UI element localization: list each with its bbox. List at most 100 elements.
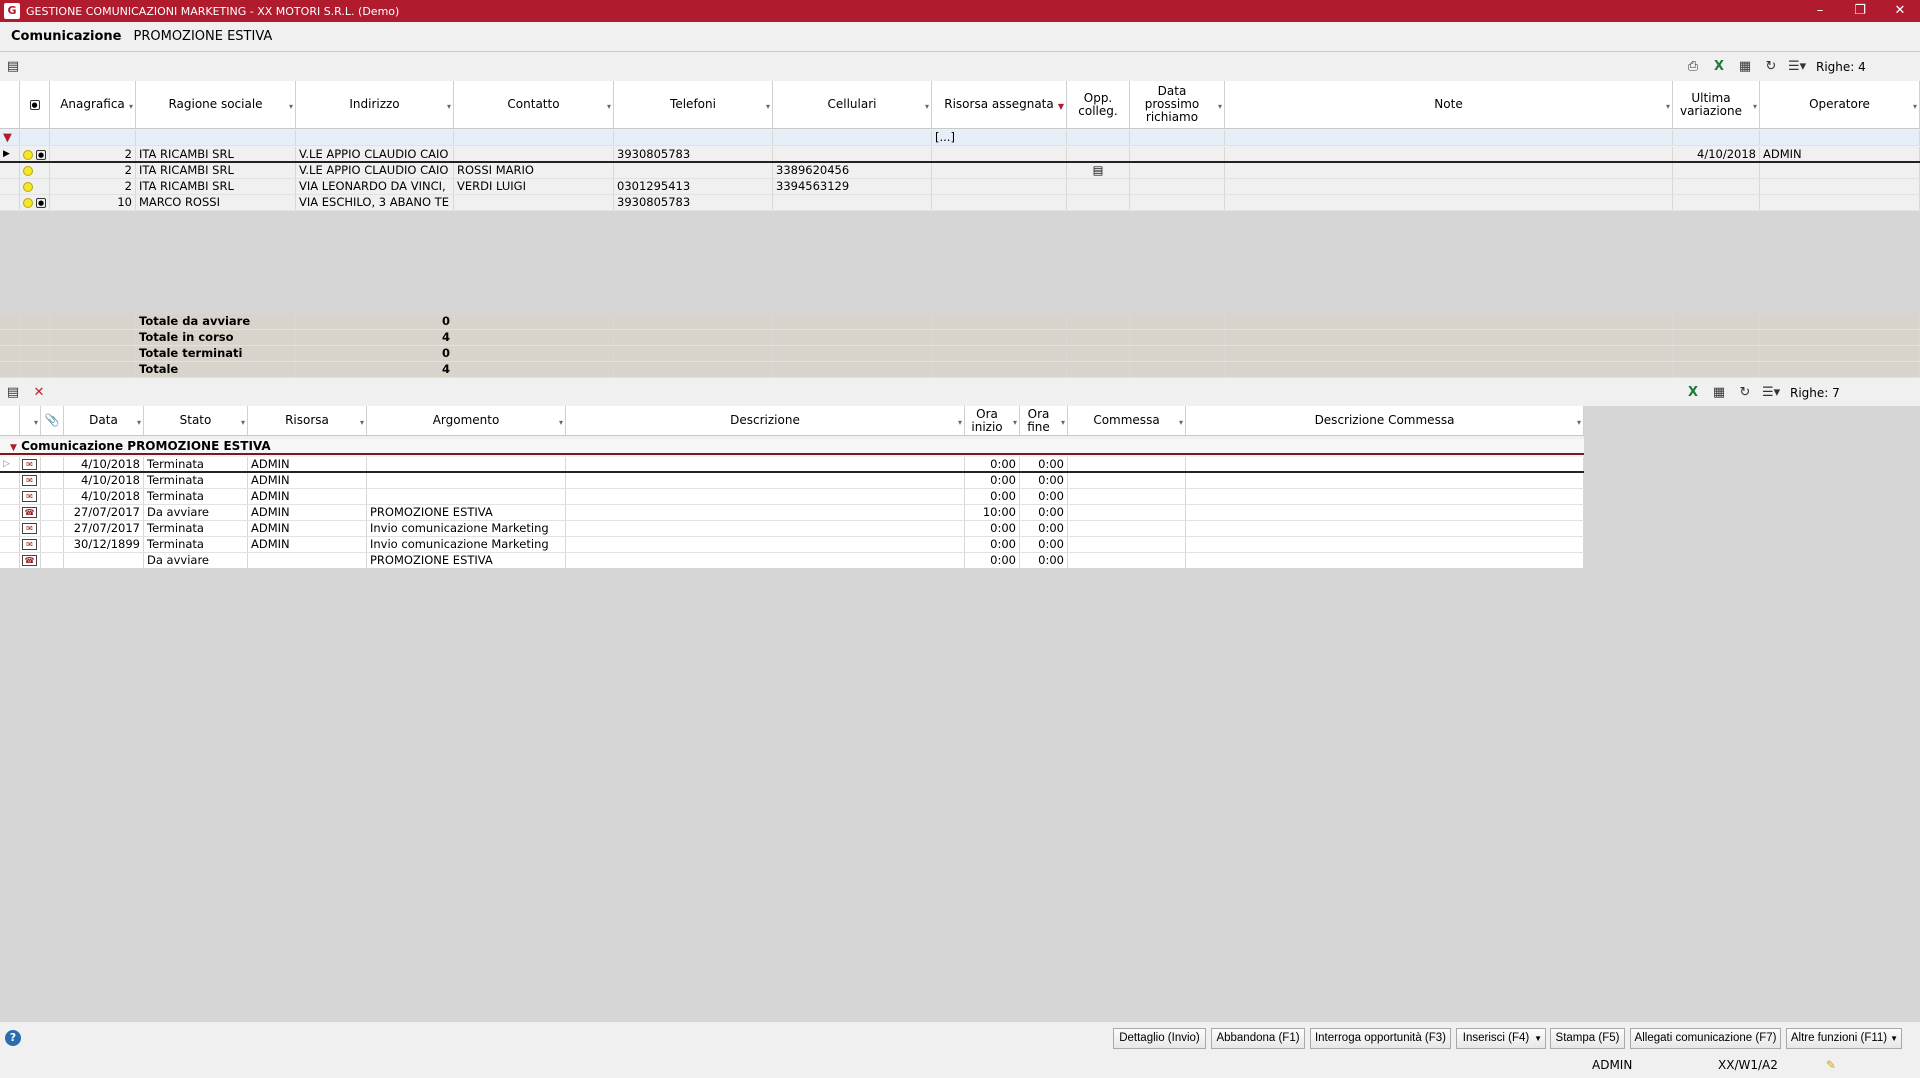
dettaglio-button[interactable]: Dettaglio (Invio) — [1113, 1028, 1206, 1049]
cell-descrizione — [566, 537, 965, 552]
col-ora-fine[interactable]: Ora fine ▾ — [1020, 406, 1068, 435]
col-descrizione-commessa[interactable]: Descrizione Commessa ▾ — [1186, 406, 1584, 435]
cell-argomento — [367, 457, 566, 471]
minimize-button[interactable]: – — [1800, 0, 1840, 22]
list-item[interactable]: ☎ Da avviare PROMOZIONE ESTIVA 0:00 0:00 — [0, 553, 1584, 569]
col-indirizzo[interactable]: Indirizzo ▾ — [296, 81, 454, 128]
stampa-button[interactable]: Stampa (F5) — [1550, 1028, 1625, 1049]
col-risorsa-assegnata[interactable]: Risorsa assegnata ▼ — [932, 81, 1067, 128]
lock-icon: ● — [36, 197, 46, 208]
cell-fine: 0:00 — [1020, 457, 1068, 471]
list-item[interactable]: ✉ 4/10/2018 Terminata ADMIN 0:00 0:00 — [0, 489, 1584, 505]
cell-contatto: VERDI LUIGI — [454, 179, 614, 194]
abbandona-button[interactable]: Abbandona (F1) — [1211, 1028, 1305, 1049]
cell-descrizione — [566, 473, 965, 488]
cell-data — [1130, 163, 1225, 178]
cell-id: 2 — [50, 179, 136, 194]
interroga-opportunita-button[interactable]: Interroga opportunità (F3) — [1310, 1028, 1451, 1049]
cell-ultima — [1673, 195, 1760, 210]
col-ragione-sociale[interactable]: Ragione sociale ▾ — [136, 81, 296, 128]
col-telefoni[interactable]: Telefoni ▾ — [614, 81, 773, 128]
settings-icon[interactable]: ☰▾ — [1762, 384, 1780, 402]
print-icon[interactable]: ⎙ — [1684, 58, 1702, 76]
row-indicator — [0, 195, 20, 210]
collapse-icon[interactable]: ▼ — [10, 443, 17, 453]
cell-risorsa — [932, 147, 1067, 161]
col-anagrafica[interactable]: Anagrafica ▾ — [50, 81, 136, 128]
refresh-icon[interactable]: ↻ — [1762, 58, 1780, 76]
restore-button[interactable]: ❐ — [1840, 0, 1880, 22]
list-item[interactable]: ☎ 27/07/2017 Da avviare ADMIN PROMOZIONE EST… — [0, 505, 1584, 521]
cell-fine: 0:00 — [1020, 553, 1068, 568]
table-row[interactable]: 2 ITA RICAMBI SRL VIA LEONARDO DA VINCI, VE… — [0, 179, 1920, 195]
col-ultima-variazione[interactable]: Ultima variazione ▾ — [1673, 81, 1760, 128]
col-opp-colleg[interactable]: Opp. colleg. — [1067, 81, 1130, 128]
bottom-grid-side-area — [1584, 406, 1920, 568]
filter-panel-icon[interactable]: ▤ — [4, 384, 22, 402]
cell-contatto — [454, 195, 614, 210]
list-item[interactable]: ✉ 4/10/2018 Terminata ADMIN 0:00 0:00 — [0, 473, 1584, 489]
col-descrizione[interactable]: Descrizione ▾ — [566, 406, 965, 435]
col-data-prossimo-richiamo[interactable]: Data prossimo richiamo ▾ — [1130, 81, 1225, 128]
settings-icon[interactable]: ☰▾ — [1788, 58, 1806, 76]
cell-argomento: PROMOZIONE ESTIVA — [367, 505, 566, 520]
cell-risorsa — [248, 553, 367, 568]
table-row[interactable]: ● 10 MARCO ROSSI VIA ESCHILO, 3 ABANO TE 393… — [0, 195, 1920, 211]
cell-telefoni: 0301295413 — [614, 179, 773, 194]
col-ora-inizio[interactable]: Ora inizio ▾ — [965, 406, 1020, 435]
list-item[interactable]: ✉ 27/07/2017 Terminata ADMIN Invio comunicaz… — [0, 521, 1584, 537]
cell-inizio: 0:00 — [965, 553, 1020, 568]
cell-stato: Da avviare — [144, 553, 248, 568]
col-stato[interactable]: Stato ▾ — [144, 406, 248, 435]
altre-funzioni-button[interactable]: Altre funzioni (F11) ▼ — [1786, 1028, 1902, 1049]
cell-opp — [1067, 179, 1130, 194]
help-icon[interactable]: ? — [5, 1030, 21, 1046]
cell-risorsa: ADMIN — [248, 505, 367, 520]
col-risorsa[interactable]: Risorsa ▾ — [248, 406, 367, 435]
close-button[interactable]: ✕ — [1880, 0, 1920, 22]
col-contatto[interactable]: Contatto ▾ — [454, 81, 614, 128]
cell-note — [1225, 195, 1673, 210]
excel-icon[interactable]: X — [1710, 58, 1728, 76]
filter-row[interactable]: ▼ [...] — [0, 130, 1920, 146]
col-operatore[interactable]: Operatore ▾ — [1760, 81, 1920, 128]
allegati-comunicazione-button[interactable]: Allegati comunicazione (F7) — [1630, 1028, 1781, 1049]
filter-panel-icon[interactable]: ▤ — [4, 58, 22, 76]
cell-note — [1225, 179, 1673, 194]
cell-risorsa: ADMIN — [248, 521, 367, 536]
table-row[interactable]: 2 ITA RICAMBI SRL V.LE APPIO CLAUDIO CAIO R… — [0, 163, 1920, 179]
col-cellulari[interactable]: Cellulari ▾ — [773, 81, 932, 128]
cell-risorsa: ADMIN — [248, 457, 367, 471]
row-status-cell: ● — [20, 195, 50, 210]
col-note[interactable]: Note ▾ — [1225, 81, 1673, 128]
phone-icon: ☎ — [22, 555, 37, 566]
cell-risorsa — [932, 195, 1067, 210]
table-row[interactable]: ▶ ● 2 ITA RICAMBI SRL V.LE APPIO CLAUDIO CAI… — [0, 147, 1920, 163]
grid-icon[interactable]: ▦ — [1710, 384, 1728, 402]
communication-header: Comunicazione PROMOZIONE ESTIVA — [0, 22, 1920, 52]
total-value: 4 — [296, 362, 454, 377]
status-terminal: XX/W1/A2 — [1718, 1058, 1778, 1072]
col-type: ▾ — [20, 406, 41, 435]
cell-fine: 0:00 — [1020, 489, 1068, 504]
col-attachment: 📎 — [41, 406, 64, 435]
refresh-icon[interactable]: ↻ — [1736, 384, 1754, 402]
delete-icon[interactable]: ✕ — [30, 384, 48, 402]
envelope-icon: ✉ — [22, 475, 37, 486]
cell-contatto: ROSSI MARIO — [454, 163, 614, 178]
filter-risorsa-value[interactable]: [...] — [932, 130, 1067, 145]
list-item[interactable]: ▷ ✉ 4/10/2018 Terminata ADMIN 0:00 0:00 — [0, 457, 1584, 473]
cell-opp — [1067, 195, 1130, 210]
row-indicator — [0, 489, 20, 504]
cell-ultima — [1673, 179, 1760, 194]
col-argomento[interactable]: Argomento ▾ — [367, 406, 566, 435]
excel-icon[interactable]: X — [1684, 384, 1702, 402]
list-item[interactable]: ✉ 30/12/1899 Terminata ADMIN Invio comunicaz… — [0, 537, 1584, 553]
inserisci-button[interactable]: Inserisci (F4) ▼ — [1456, 1028, 1546, 1049]
group-row[interactable]: ▼ Comunicazione PROMOZIONE ESTIVA — [0, 439, 1584, 455]
cell-descrizione — [566, 553, 965, 568]
col-data[interactable]: Data ▾ — [64, 406, 144, 435]
row-indicator — [0, 537, 20, 552]
grid-icon[interactable]: ▦ — [1736, 58, 1754, 76]
col-commessa[interactable]: Commessa ▾ — [1068, 406, 1186, 435]
